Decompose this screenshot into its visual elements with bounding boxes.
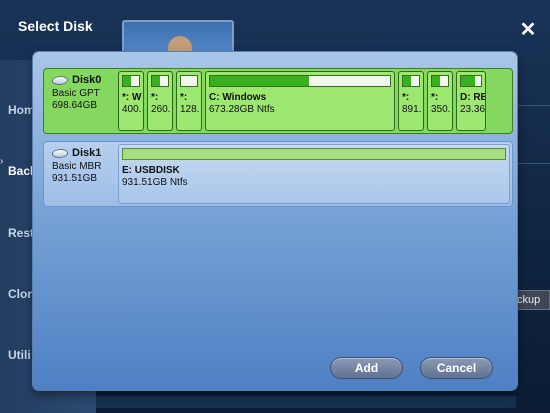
usage-bar (122, 148, 506, 160)
partition-label: *: W (122, 92, 142, 103)
usage-bar (460, 75, 482, 87)
disk-size: 698.64GB (52, 100, 98, 111)
partition-size: 673.28GB Ntfs (209, 104, 275, 115)
partition[interactable]: *: 891. (398, 71, 424, 131)
usage-bar (180, 75, 198, 87)
disk-icon (51, 75, 69, 85)
partition-size: 400. (122, 104, 142, 115)
background-scrollbar (96, 396, 516, 408)
partition-label: *: (431, 92, 439, 103)
partition[interactable]: *: 128. (176, 71, 202, 131)
disk-info: Disk0 Basic GPT 698.64GB (46, 71, 118, 131)
bg-nav-utilities: Utili (8, 348, 31, 362)
bg-nav-home: Hom (8, 103, 35, 117)
partition-size: 931.51GB Ntfs (122, 177, 188, 188)
add-button[interactable]: Add (330, 357, 403, 379)
bg-backup-tab: ckup (514, 290, 550, 310)
partition-label: *: (151, 92, 159, 103)
partition[interactable]: *: 350. (427, 71, 453, 131)
partition-size: 350. (431, 104, 451, 115)
usage-bar (122, 75, 140, 87)
disk-type: Basic GPT (52, 88, 100, 99)
disk-size: 931.51GB (52, 173, 98, 184)
usage-bar (402, 75, 420, 87)
disk-row-disk1[interactable]: Disk1 Basic MBR 931.51GB E: USBDISK 931.… (43, 141, 513, 207)
usage-bar (151, 75, 169, 87)
partition-label: D: RE (460, 92, 486, 103)
disk-info: Disk1 Basic MBR 931.51GB (46, 144, 118, 204)
bg-nav-clone: Clon (8, 287, 35, 301)
disk-name: Disk0 (72, 74, 102, 86)
partition[interactable]: D: RE 23.36 (456, 71, 486, 131)
partition[interactable]: E: USBDISK 931.51GB Ntfs (118, 144, 510, 204)
usage-bar (431, 75, 449, 87)
dialog-title: Select Disk (18, 18, 93, 34)
partition-size: 128. (180, 104, 200, 115)
partition[interactable]: *: 260. (147, 71, 173, 131)
partition-label: *: (402, 92, 410, 103)
usage-bar (209, 75, 391, 87)
partition[interactable]: *: W 400. (118, 71, 144, 131)
partition-size: 23.36 (460, 104, 486, 115)
partition-list: *: W 400. *: 260. *: 128. C: Windows 673… (118, 71, 510, 131)
partition-list: E: USBDISK 931.51GB Ntfs (118, 144, 510, 204)
disk-row-disk0[interactable]: Disk0 Basic GPT 698.64GB *: W 400. *: 26… (43, 68, 513, 134)
partition-size: 891. (402, 104, 422, 115)
disk-name: Disk1 (72, 147, 102, 159)
cancel-button[interactable]: Cancel (420, 357, 493, 379)
disk-icon (51, 148, 69, 158)
partition-label: E: USBDISK (122, 165, 180, 176)
partition-label: *: (180, 92, 188, 103)
bg-nav-restore: Rest (8, 226, 35, 240)
partition-label: C: Windows (209, 92, 267, 103)
partition[interactable]: C: Windows 673.28GB Ntfs (205, 71, 395, 131)
disk-type: Basic MBR (52, 161, 102, 172)
select-disk-panel: Disk0 Basic GPT 698.64GB *: W 400. *: 26… (33, 52, 517, 390)
close-icon[interactable]: ✕ (518, 20, 538, 40)
nav-arrow-icon: › (0, 156, 4, 167)
partition-size: 260. (151, 104, 171, 115)
